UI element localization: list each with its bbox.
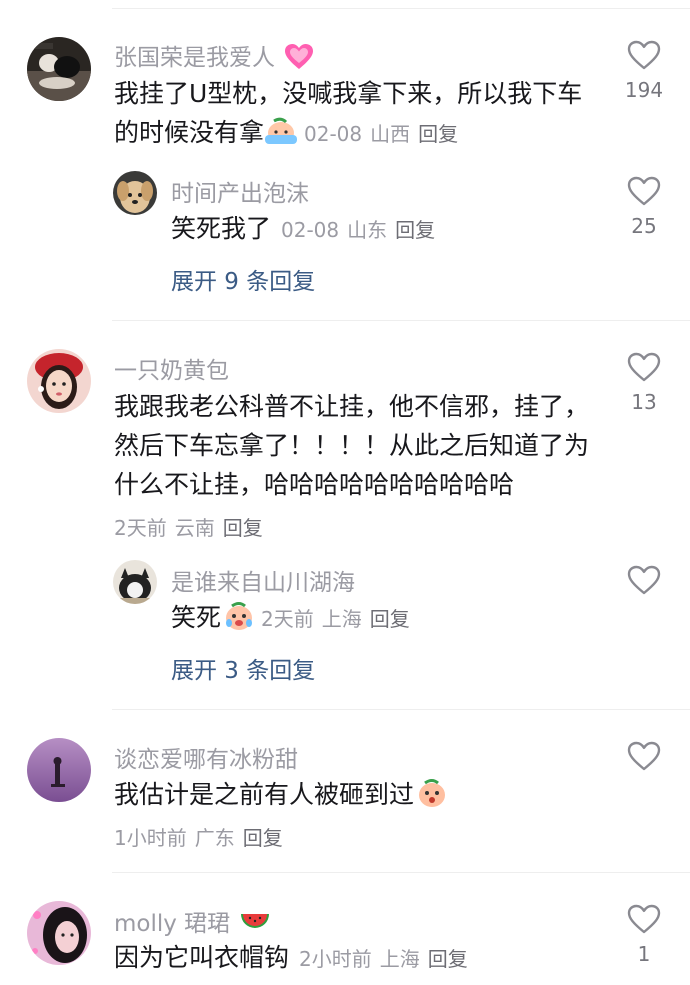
like-count: 25 <box>631 214 657 238</box>
comment-text: 我估计是之前有人被砸到过 <box>114 775 448 814</box>
comment-text: 我挂了U型枕，没喊我拿下来，所以我下车 的时候没有拿 02-08 山西 回复 <box>114 79 583 147</box>
pink-heart-emoji <box>284 43 314 71</box>
comment-meta: 2小时前 上海 回复 <box>299 947 468 971</box>
heart-outline-icon <box>627 741 661 771</box>
like-button[interactable]: 1 <box>614 904 674 966</box>
username[interactable]: 谈恋爱哪有冰粉甜 <box>114 740 298 774</box>
comment-divider <box>112 709 690 710</box>
heart-outline-icon <box>627 352 661 382</box>
reply-button[interactable]: 回复 <box>418 122 458 146</box>
comment-meta: 2天前 上海 回复 <box>261 607 410 631</box>
avatar[interactable] <box>27 349 91 413</box>
expand-replies-button[interactable]: 展开 3 条回复 <box>171 651 315 685</box>
like-button[interactable] <box>614 741 674 771</box>
username[interactable]: 是谁来自山川湖海 <box>171 563 355 597</box>
avatar[interactable] <box>27 901 91 965</box>
like-count: 194 <box>624 78 664 102</box>
watermelon-emoji <box>240 911 270 933</box>
comment-divider <box>112 320 690 321</box>
comment-divider <box>112 872 690 873</box>
crying-face-emoji <box>223 601 255 631</box>
peach-face-emoji <box>416 778 448 808</box>
comment-list-page: 张国荣是我爱人 我挂了U型枕，没喊我拿下来，所以我下车 的时候没有拿 02-08… <box>0 0 690 985</box>
like-count: 13 <box>631 390 657 414</box>
comment-meta: 2天前 云南 回复 <box>114 516 263 540</box>
comment-text: 因为它叫衣帽钩 2小时前 上海 回复 <box>114 938 476 979</box>
reply-button[interactable]: 回复 <box>243 826 283 850</box>
heart-outline-icon <box>627 176 661 206</box>
username[interactable]: 时间产出泡沫 <box>171 174 309 208</box>
heart-outline-icon <box>627 40 661 70</box>
comment-meta: 1小时前 广东 回复 <box>114 826 283 850</box>
username[interactable]: 张国荣是我爱人 <box>114 38 314 73</box>
expand-replies-button[interactable]: 展开 9 条回复 <box>171 262 315 296</box>
avatar[interactable] <box>27 738 91 802</box>
avatar[interactable] <box>27 37 91 101</box>
like-count: 1 <box>637 942 651 966</box>
heart-outline-icon <box>627 565 661 595</box>
reply-button[interactable]: 回复 <box>395 218 435 242</box>
like-button[interactable] <box>614 565 674 595</box>
reply-text: 笑死 2天前 上海 回复 <box>171 598 418 639</box>
reply-button[interactable]: 回复 <box>428 947 468 971</box>
comment-meta: 02-08 山东 回复 <box>281 218 436 242</box>
like-button[interactable]: 194 <box>614 40 674 102</box>
reply-button[interactable]: 回复 <box>370 607 410 631</box>
username[interactable]: 一只奶黄包 <box>114 351 229 385</box>
crying-emoji <box>264 117 298 145</box>
like-button[interactable]: 13 <box>614 352 674 414</box>
heart-outline-icon <box>627 904 661 934</box>
like-button[interactable]: 25 <box>614 176 674 238</box>
username[interactable]: molly 珺珺 <box>114 904 270 938</box>
comment-meta: 02-08 山西 回复 <box>304 122 459 146</box>
reply-button[interactable]: 回复 <box>223 516 263 540</box>
comment-text: 我跟我老公科普不让挂，他不信邪，挂了， 然后下车忘拿了！！！！从此之后知道了为 … <box>114 392 590 499</box>
top-divider <box>112 8 690 9</box>
reply-text: 笑死我了 02-08 山东 回复 <box>171 209 443 250</box>
avatar[interactable] <box>113 171 157 215</box>
avatar[interactable] <box>113 560 157 604</box>
